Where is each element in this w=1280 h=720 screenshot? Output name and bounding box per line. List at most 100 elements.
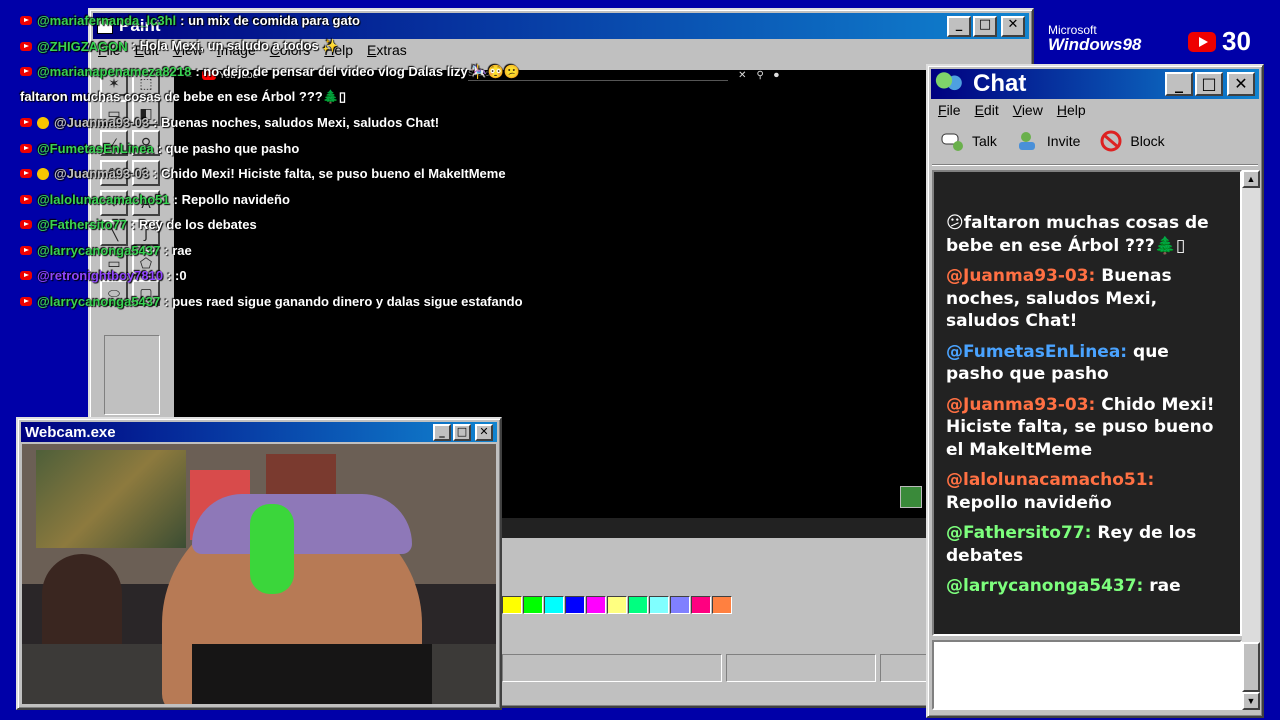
- palette-swatch[interactable]: [649, 596, 669, 614]
- people-icon: [935, 72, 965, 96]
- overlay-chat-user: @lalolunacamacho51: [37, 191, 170, 207]
- tool-options[interactable]: [104, 335, 160, 415]
- overlay-chat-text: : Chido Mexi! Hiciste falta, se puso bue…: [153, 166, 506, 182]
- subscriber-count: 30: [1188, 26, 1251, 57]
- chat-scrollbar[interactable]: ▲ ▼: [1242, 170, 1260, 710]
- palette-swatch[interactable]: [670, 596, 690, 614]
- menu-item-file[interactable]: File: [938, 102, 961, 118]
- overlay-chat-row: @Juanma93-03: Buenas noches, saludos Mex…: [20, 110, 900, 136]
- menu-item-edit[interactable]: Edit: [975, 102, 999, 118]
- close-button[interactable]: ✕: [1227, 72, 1255, 96]
- webcam-title: Webcam.exe: [25, 423, 116, 441]
- youtube-icon: [20, 296, 32, 306]
- chat-message: @Fathersito77: Rey de los debates: [946, 522, 1230, 567]
- status-cell-coords: [726, 654, 876, 682]
- chat-message-user: @Fathersito77:: [946, 523, 1092, 543]
- overlay-chat: @mariafernanda_lc3hl: un mix de comida p…: [20, 8, 900, 314]
- person-cap: [192, 494, 412, 554]
- overlay-chat-text: : :0: [167, 268, 187, 284]
- overlay-chat-text: : Rey de los debates: [130, 217, 257, 233]
- youtube-icon: [20, 118, 32, 128]
- overlay-chat-row: @FumetasEnLinea: que pasho que pasho: [20, 136, 900, 162]
- overlay-chat-user: @marianapenameza8218: [37, 64, 192, 80]
- windows98-logo: Microsoft Windows98: [1048, 23, 1142, 54]
- overlay-chat-row: faltaron muchas cosas de bebe en ese Árb…: [20, 85, 900, 111]
- invite-icon: [1018, 132, 1035, 150]
- youtube-icon: [20, 143, 32, 153]
- member-badge-icon: [37, 116, 49, 129]
- palette-swatch[interactable]: [586, 596, 606, 614]
- overlay-chat-text: : Hola Mexi, un saludo a todos ✨: [131, 38, 339, 54]
- scroll-down-button[interactable]: ▼: [1242, 692, 1260, 710]
- overlay-chat-text: : pues raed sigue ganando dinero y dalas…: [164, 293, 523, 309]
- overlay-chat-user: @Juanma93-03: [54, 115, 150, 131]
- palette-swatch[interactable]: [691, 596, 711, 614]
- block-button[interactable]: Block: [1098, 130, 1165, 152]
- minimize-button[interactable]: _: [947, 15, 971, 37]
- overlay-chat-text: : que pasho que pasho: [157, 140, 300, 156]
- maximize-button[interactable]: □: [1195, 72, 1223, 96]
- webcam-window: Webcam.exe _ □ ✕: [16, 417, 502, 710]
- palette-swatch[interactable]: [712, 596, 732, 614]
- close-button[interactable]: ✕: [1001, 15, 1025, 37]
- overlay-chat-row: @larrycanonga5437: pues raed sigue ganan…: [20, 289, 900, 315]
- chat-message-input[interactable]: [932, 640, 1242, 710]
- chat-message: @lalolunacamacho51: Repollo navideño: [946, 469, 1230, 514]
- overlay-chat-row: @mariafernanda_lc3hl: un mix de comida p…: [20, 8, 900, 34]
- palette-swatch[interactable]: [544, 596, 564, 614]
- palette-swatch[interactable]: [607, 596, 627, 614]
- webcam-titlebar[interactable]: Webcam.exe _ □ ✕: [21, 422, 497, 442]
- scroll-thumb[interactable]: [1242, 642, 1260, 692]
- overlay-chat-user: @retronightboy7810: [37, 268, 164, 284]
- chat-menubar: File Edit View Help: [938, 102, 1086, 118]
- overlay-chat-user: @FumetasEnLinea: [37, 140, 154, 156]
- talk-icon: [941, 133, 963, 151]
- chat-message: @FumetasEnLinea: que pasho que pasho: [946, 341, 1230, 386]
- minimize-button[interactable]: _: [1165, 72, 1193, 96]
- scroll-up-button[interactable]: ▲: [1242, 170, 1260, 188]
- overlay-chat-user: @ZHIGZAGON: [37, 38, 128, 54]
- menu-item-view[interactable]: View: [1013, 102, 1043, 118]
- video-thumbnail: [900, 486, 922, 508]
- overlay-chat-user: @mariafernanda_lc3hl: [37, 13, 177, 29]
- chat-message: 😕faltaron muchas cosas de bebe en ese Ár…: [946, 212, 1230, 257]
- person-shirt: [192, 644, 432, 704]
- youtube-icon: [20, 245, 32, 255]
- palette-swatch[interactable]: [502, 596, 522, 614]
- overlay-chat-text: : Repollo navideño: [173, 191, 290, 207]
- chat-message: @larrycanonga5437: rae: [946, 575, 1230, 598]
- member-badge-icon: [37, 167, 49, 180]
- status-cell-text: [502, 654, 722, 682]
- chat-message-user: @FumetasEnLinea:: [946, 341, 1128, 362]
- chat-toolbar: Talk Invite Block: [940, 130, 1165, 152]
- palette-swatch[interactable]: [523, 596, 543, 614]
- chat-feed[interactable]: 😕faltaron muchas cosas de bebe en ese Ár…: [932, 170, 1242, 636]
- overlay-chat-row: @ZHIGZAGON: Hola Mexi, un saludo a todos…: [20, 34, 900, 60]
- maximize-button[interactable]: □: [453, 423, 471, 441]
- youtube-icon: [1188, 31, 1216, 52]
- overlay-chat-row: @lalolunacamacho51: Repollo navideño: [20, 187, 900, 213]
- chat-titlebar[interactable]: Chat _ □ ✕: [931, 69, 1259, 99]
- chat-window: Chat _ □ ✕ File Edit View Help Talk Invite …: [926, 64, 1264, 718]
- chat-message-user: @larrycanonga5437:: [946, 576, 1144, 596]
- headset: [250, 504, 294, 594]
- minimize-button[interactable]: _: [433, 423, 451, 441]
- youtube-icon: [20, 41, 32, 51]
- maximize-button[interactable]: □: [973, 15, 997, 37]
- overlay-chat-row: @retronightboy7810: :0: [20, 263, 900, 289]
- palette-swatch[interactable]: [628, 596, 648, 614]
- webcam-video: [22, 444, 496, 704]
- overlay-chat-text: : rae: [164, 242, 192, 258]
- chat-message-user: @lalolunacamacho51:: [946, 470, 1155, 490]
- chat-title: Chat: [973, 70, 1027, 97]
- overlay-chat-text: : Buenas noches, saludos Mexi, saludos C…: [153, 115, 440, 131]
- overlay-chat-text: : no dejo de pensar del video vlog Dalas…: [195, 63, 520, 79]
- color-palette: [502, 596, 732, 614]
- chat-message: @Juanma93-03: Chido Mexi! Hiciste falta,…: [946, 394, 1230, 462]
- palette-swatch[interactable]: [565, 596, 585, 614]
- invite-button[interactable]: Invite: [1015, 130, 1080, 152]
- menu-item-help[interactable]: Help: [1057, 102, 1086, 118]
- overlay-chat-text: : un mix de comida para gato: [180, 13, 360, 29]
- close-button[interactable]: ✕: [475, 423, 493, 441]
- talk-button[interactable]: Talk: [940, 130, 997, 152]
